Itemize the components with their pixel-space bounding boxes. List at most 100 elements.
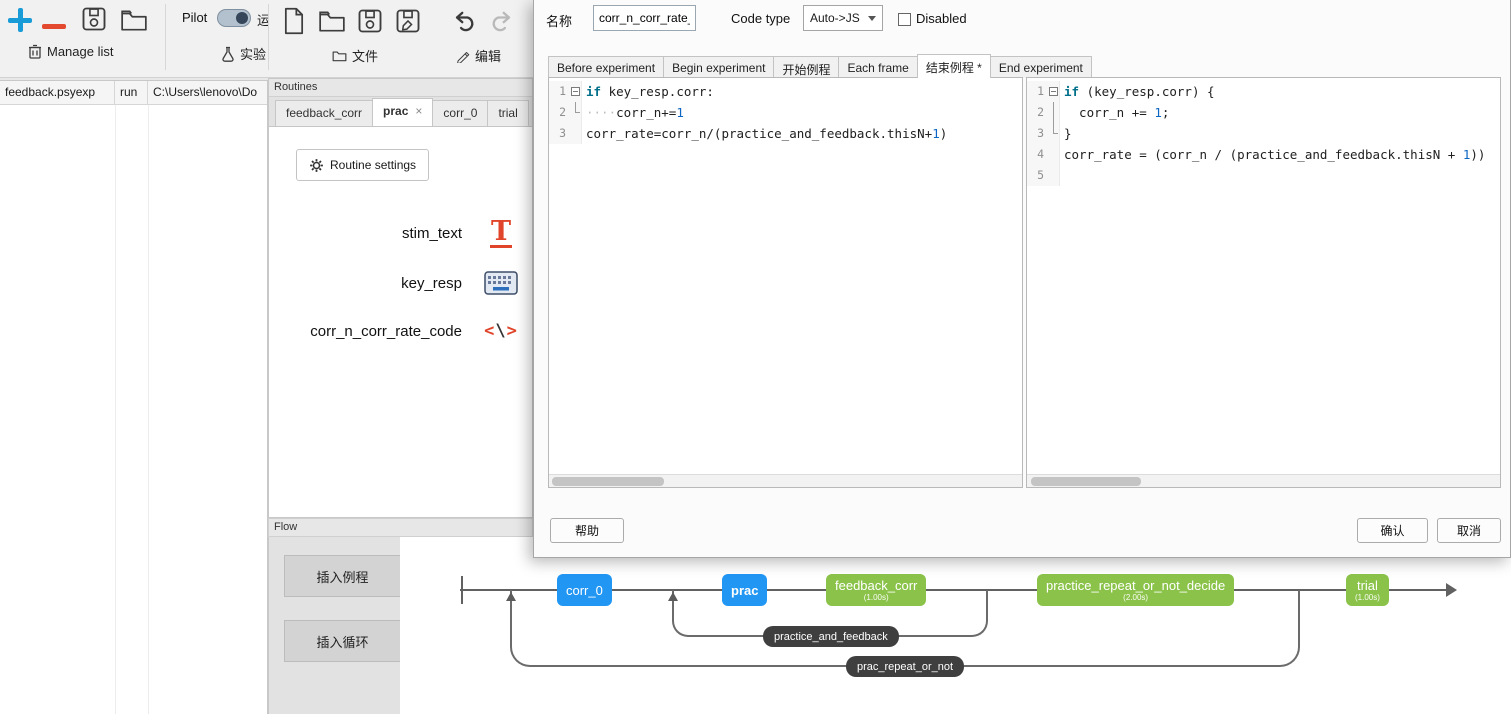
chevron-down-icon — [868, 16, 876, 21]
flow-panel-title: Flow — [268, 518, 533, 537]
loop-badge-prac_repeat_or_not[interactable]: prac_repeat_or_not — [846, 656, 964, 677]
routine-tab-trial[interactable]: trial — [487, 100, 528, 126]
tab-end-experiment[interactable]: End experiment — [990, 56, 1092, 78]
flow-node-label: feedback_corr — [835, 578, 917, 593]
code-line: 5 — [1027, 165, 1500, 186]
save-experiment-button[interactable] — [356, 7, 384, 35]
component-label: stim_text — [402, 225, 462, 242]
code-line: 2····corr_n+=1 — [549, 102, 1022, 123]
open-list-button[interactable] — [120, 8, 148, 32]
scrollbar-thumb[interactable] — [552, 477, 664, 486]
component-corr_n_corr_rate_code[interactable]: corr_n_corr_rate_code <\> — [310, 321, 518, 341]
file-label-text: 文件 — [352, 46, 378, 65]
help-button[interactable]: 帮助 — [550, 518, 624, 543]
routine-tab-feedback_corr[interactable]: feedback_corr — [275, 100, 373, 126]
component-stim_text[interactable]: stim_text T — [402, 219, 518, 248]
undo-icon — [450, 8, 478, 34]
remove-experiment-button[interactable] — [42, 17, 66, 32]
insert-routine-button[interactable]: 插入例程 — [284, 555, 401, 597]
code-line: 3corr_rate=corr_n/(practice_and_feedback… — [549, 123, 1022, 144]
flow-node-label: corr_0 — [566, 583, 603, 598]
disabled-checkbox[interactable] — [898, 13, 911, 26]
small-folder-icon — [332, 49, 347, 62]
tab-each-frame[interactable]: Each frame — [838, 56, 917, 78]
code-type-label: Code type — [731, 11, 790, 26]
line-number: 3 — [1027, 123, 1047, 144]
close-tab-icon[interactable]: × — [415, 104, 422, 126]
experiment-file-cell[interactable]: feedback.psyexp — [0, 81, 115, 104]
flow-canvas[interactable]: corr_0 prac feedback_corr(1.00s) practic… — [400, 537, 1511, 714]
pencil-icon — [456, 49, 470, 63]
routine-settings-button[interactable]: Routine settings — [296, 149, 429, 181]
horizontal-scrollbar — [1027, 474, 1500, 487]
undo-button[interactable] — [450, 8, 478, 34]
routine-tab-prac[interactable]: prac × — [372, 98, 433, 126]
save-list-button[interactable] — [80, 5, 108, 33]
flow-routine-trial[interactable]: trial(1.00s) — [1346, 574, 1389, 606]
loop-badge-practice_and_feedback[interactable]: practice_and_feedback — [763, 626, 899, 647]
code-text: corr_n += 1; — [1060, 105, 1169, 120]
routines-panel-title: Routines — [269, 79, 532, 97]
flow-routine-prac[interactable]: prac — [722, 574, 767, 606]
open-experiment-button[interactable] — [318, 9, 346, 33]
flow-routine-corr_0[interactable]: corr_0 — [557, 574, 612, 606]
flow-node-label: trial — [1357, 578, 1378, 593]
code-phase-tabs: Before experiment Begin experiment 开始例程 … — [548, 54, 1499, 78]
experiment-run-cell[interactable]: run — [115, 81, 148, 104]
flow-node-duration: (2.00s) — [1123, 593, 1148, 602]
fold-margin — [1047, 144, 1060, 165]
tab-before-experiment[interactable]: Before experiment — [548, 56, 664, 78]
scrollbar-thumb[interactable] — [1031, 477, 1141, 486]
line-number: 4 — [1027, 144, 1047, 165]
toggle-knob — [236, 12, 248, 24]
run-mode-label: 运 — [257, 10, 268, 29]
manage-list-button[interactable]: Manage list — [28, 44, 113, 59]
new-experiment-button[interactable] — [282, 7, 306, 35]
column-divider — [148, 105, 149, 714]
insert-loop-button[interactable]: 插入循环 — [284, 620, 401, 662]
add-experiment-button[interactable] — [8, 8, 32, 35]
ok-button[interactable]: 确认 — [1357, 518, 1428, 543]
pilot-toggle[interactable] — [217, 9, 251, 27]
fold-margin — [1047, 102, 1060, 123]
line-number: 1 — [1027, 81, 1047, 102]
experiment-path-cell[interactable]: C:\Users\lenovo\Do — [148, 81, 267, 104]
tab-begin-routine[interactable]: 开始例程 — [773, 56, 839, 78]
flask-icon — [221, 46, 235, 62]
tab-end-routine[interactable]: 结束例程 * — [917, 54, 991, 78]
cancel-button[interactable]: 取消 — [1437, 518, 1501, 543]
edit-label-text: 编辑 — [475, 46, 501, 65]
fold-collapse-icon[interactable] — [1049, 87, 1058, 96]
code-text: corr_rate = (corr_n / (practice_and_feed… — [1060, 147, 1485, 162]
flow-routine-feedback_corr[interactable]: feedback_corr(1.00s) — [826, 574, 926, 606]
code-type-dropdown[interactable]: Auto->JS — [803, 5, 883, 31]
redo-button[interactable] — [488, 8, 516, 34]
code-line: 1if (key_resp.corr) { — [1027, 81, 1500, 102]
code-line: 1if key_resp.corr: — [549, 81, 1022, 102]
component-label: corr_n_corr_rate_code — [310, 323, 462, 340]
flow-button-panel: 插入例程 插入循环 — [268, 537, 400, 714]
flow-node-label: practice_repeat_or_not_decide — [1046, 578, 1225, 593]
folder-icon — [120, 8, 148, 32]
code-component-icon: <\> — [484, 321, 518, 341]
tab-begin-experiment[interactable]: Begin experiment — [663, 56, 774, 78]
routine-tab-corr_0[interactable]: corr_0 — [432, 100, 488, 126]
toolbar-separator — [268, 4, 269, 70]
save-icon — [356, 7, 384, 35]
code-text: corr_rate=corr_n/(practice_and_feedback.… — [582, 126, 947, 141]
redo-icon — [488, 8, 516, 34]
python-code-editor[interactable]: 1if key_resp.corr:2····corr_n+=13corr_ra… — [548, 77, 1023, 488]
fold-collapse-icon[interactable] — [571, 87, 580, 96]
plus-icon — [8, 8, 32, 32]
name-input[interactable] — [593, 5, 696, 31]
experiment-row[interactable]: feedback.psyexp run C:\Users\lenovo\Do — [0, 81, 267, 105]
save-as-experiment-button[interactable] — [394, 7, 422, 35]
flow-routine-practice_repeat_or_not_decide[interactable]: practice_repeat_or_not_decide(2.00s) — [1037, 574, 1234, 606]
line-number: 2 — [1027, 102, 1047, 123]
code-line: 4 corr_rate = (corr_n / (practice_and_fee… — [1027, 144, 1500, 165]
column-divider — [115, 105, 116, 714]
component-key_resp[interactable]: key_resp — [401, 271, 518, 295]
keyboard-component-icon — [484, 271, 518, 295]
js-code-editor[interactable]: 1if (key_resp.corr) {2 corr_n += 1;3}4co… — [1026, 77, 1501, 488]
routine-tab-label: prac — [383, 104, 408, 126]
